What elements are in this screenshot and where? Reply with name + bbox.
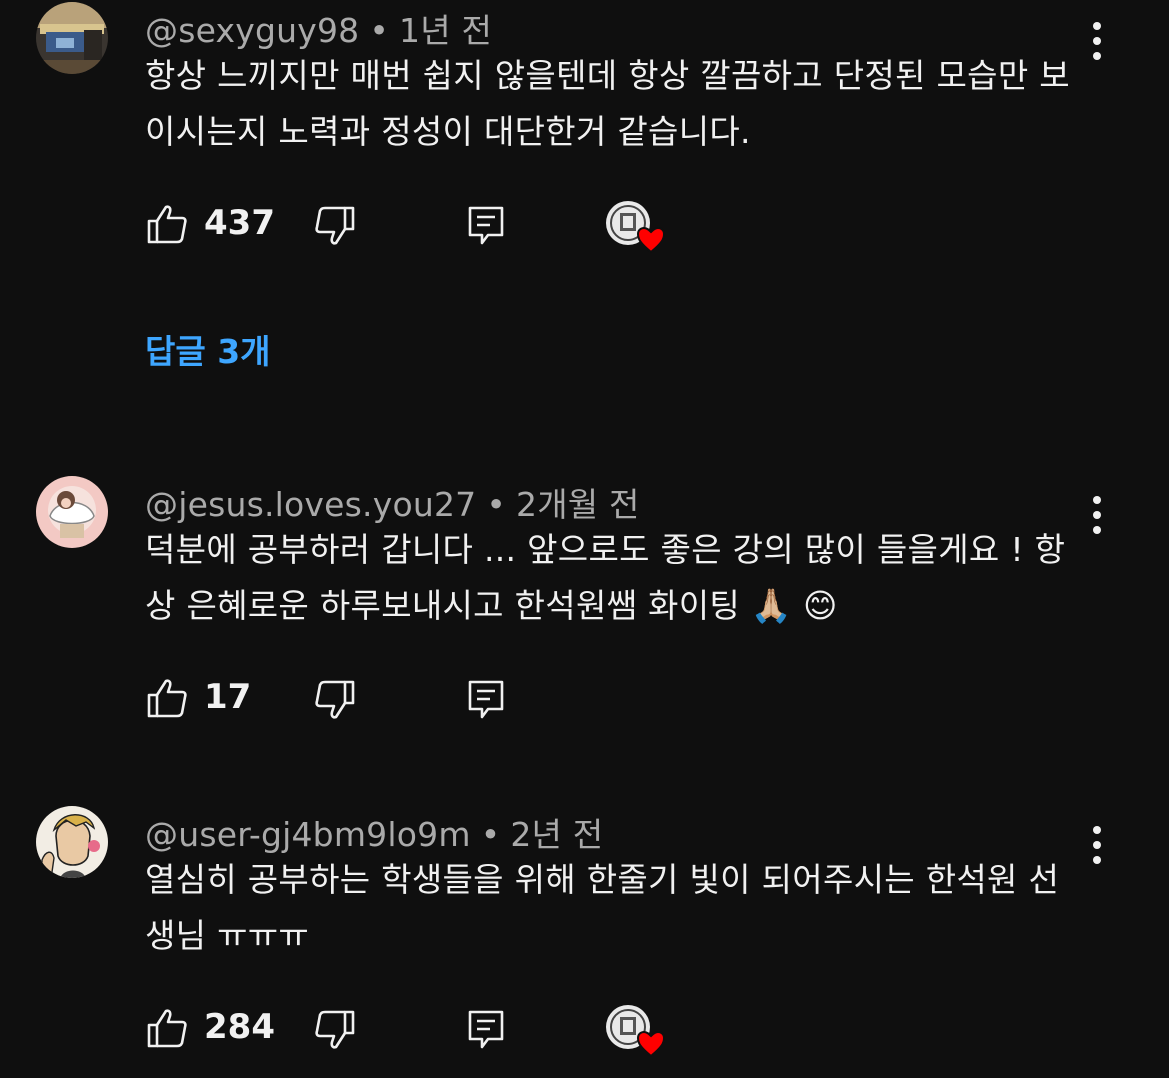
comment-actions: 437 xyxy=(0,199,1169,255)
thumbs-down-icon[interactable] xyxy=(314,1009,356,1051)
comment-author[interactable]: @sexyguy98 xyxy=(145,11,359,50)
comment-actions: 17 xyxy=(0,676,1169,726)
like-count: 437 xyxy=(204,203,275,243)
more-vertical-icon[interactable] xyxy=(1082,492,1112,538)
creator-heart-icon[interactable] xyxy=(604,199,668,255)
comment-text: 항상 느끼지만 매번 쉽지 않을텐데 항상 깔끔하고 단정된 모습만 보이시는지… xyxy=(145,56,1070,151)
like-count: 17 xyxy=(204,677,252,717)
comment-meta: @user-gj4bm9lo9m • 2년 전 xyxy=(145,808,603,856)
separator-dot: • xyxy=(480,815,501,854)
reply-icon[interactable] xyxy=(466,679,508,721)
comment-text: 덕분에 공부하러 갑니다 ... 앞으로도 좋은 강의 많이 들을게요 ! 항상… xyxy=(145,530,1066,625)
thumbs-down-icon[interactable] xyxy=(314,205,356,247)
more-vertical-icon[interactable] xyxy=(1082,822,1112,868)
like-count: 284 xyxy=(204,1007,275,1047)
comment-time[interactable]: 2년 전 xyxy=(510,815,603,854)
creator-heart-icon[interactable] xyxy=(604,1003,668,1059)
comment-author[interactable]: @jesus.loves.you27 xyxy=(145,485,476,524)
reply-icon[interactable] xyxy=(466,1009,508,1051)
comment-meta: @sexyguy98 • 1년 전 xyxy=(145,4,492,52)
comment-meta: @jesus.loves.you27 • 2개월 전 xyxy=(145,478,640,526)
thumbs-down-icon[interactable] xyxy=(314,679,356,721)
thumbs-up-icon[interactable] xyxy=(146,203,188,245)
reply-icon[interactable] xyxy=(466,205,508,247)
avatar[interactable] xyxy=(36,806,108,878)
separator-dot: • xyxy=(486,485,507,524)
avatar[interactable] xyxy=(36,476,108,548)
comment-author[interactable]: @user-gj4bm9lo9m xyxy=(145,815,471,854)
thumbs-up-icon[interactable] xyxy=(146,677,188,719)
replies-toggle[interactable]: 답글 3개 xyxy=(145,325,271,373)
thumbs-up-icon[interactable] xyxy=(146,1007,188,1049)
comment-actions: 284 xyxy=(0,1003,1169,1059)
more-vertical-icon[interactable] xyxy=(1082,18,1112,64)
comment-time[interactable]: 2개월 전 xyxy=(516,485,640,524)
comment-text: 열심히 공부하는 학생들을 위해 한줄기 빛이 되어주시는 한석원 선생님 ㅠㅠ… xyxy=(145,860,1060,955)
avatar[interactable] xyxy=(36,2,108,74)
separator-dot: • xyxy=(369,11,390,50)
comment-time[interactable]: 1년 전 xyxy=(399,11,492,50)
